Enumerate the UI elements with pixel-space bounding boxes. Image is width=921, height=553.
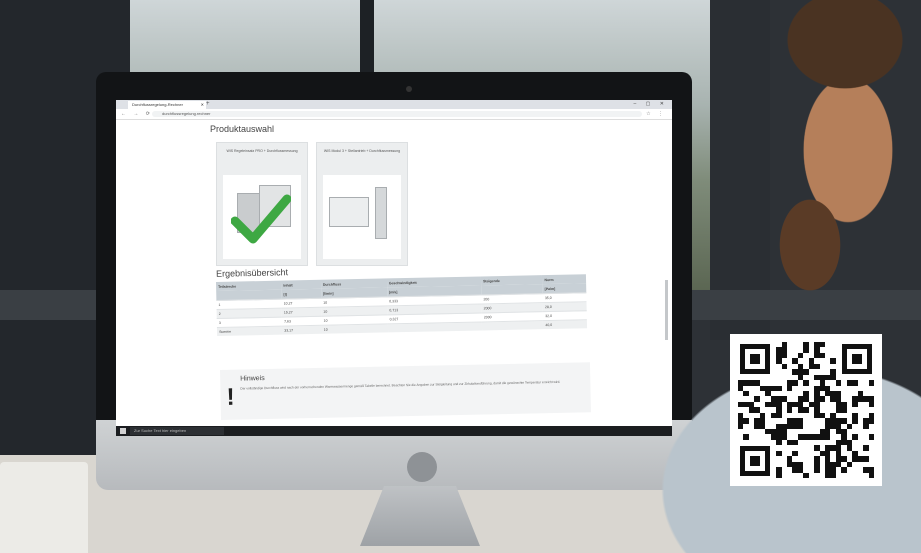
qr-code [730,334,882,486]
coffee-mug [0,462,88,553]
section-title: Produktauswahl [210,124,275,134]
hint-box: ! Hinweis Der vollständige Durchfluss wi… [220,362,591,420]
hint-title: Hinweis [240,375,265,383]
browser-tab-title: Durchflussregelung-Rechner [132,102,183,107]
table-cell [387,321,483,333]
search-placeholder: Zur Suche Text hier eingeben [134,428,187,433]
table-cell: 40,0 [543,319,588,330]
browser-toolbar: ← → ⟳ ⌂ durchflussregelung.rechner ☆ ⋮ [116,109,672,120]
checkmark-icon [231,194,291,244]
windows-start-icon[interactable] [120,428,126,434]
table-cell: Summe [216,326,283,336]
close-icon[interactable]: ✕ [201,101,204,109]
page-content: Produktauswahl WIS Regeleinsatz PRO + Du… [116,120,672,420]
monitor-logo [407,452,437,482]
product-card-1[interactable]: WIS Regeleinsatz PRO + Durchflussmessung [216,142,308,266]
results-title: Ergebnisübersicht [215,267,289,279]
device-illustration [329,197,369,227]
product-image [323,175,401,259]
hint-text: Der vollständige Durchfluss wird nach de… [240,379,561,391]
url-text: durchflussregelung.rechner [162,111,211,116]
product-image [223,175,301,259]
valve-illustration [375,187,387,239]
monitor-screen: Durchflussregelung-Rechner ✕ + – ▢ ✕ ← →… [116,100,672,436]
browser-tab[interactable]: Durchflussregelung-Rechner ✕ [128,101,206,109]
product-title: WIS Modul 3 + Stellantrieb + Durchflussm… [323,149,401,153]
exclamation-icon: ! [226,383,235,411]
results-table: Teilstrecke Inhalt Durchfluss Geschwindi… [216,274,588,336]
qr-modules [738,342,874,478]
product-card-2[interactable]: WIS Modul 3 + Stellantrieb + Durchflussm… [316,142,408,266]
window-controls[interactable]: – ▢ ✕ [634,100,668,109]
taskbar: Zur Suche Text hier eingeben [116,426,672,436]
address-bar[interactable]: durchflussregelung.rechner [152,111,642,117]
new-tab-icon[interactable]: + [206,100,210,109]
toolbar-icons[interactable]: ☆ ⋮ [646,109,666,119]
person-hair [745,0,921,130]
monitor-camera [406,86,412,92]
taskbar-search-input[interactable]: Zur Suche Text hier eingeben [130,427,224,435]
table-cell: 10 [321,323,388,334]
qr-module [868,472,874,478]
table-cell: 33,17 [282,325,322,335]
person-beard [760,170,860,320]
product-title: WIS Regeleinsatz PRO + Durchflussmessung [226,149,298,153]
browser-tab-strip: Durchflussregelung-Rechner ✕ + – ▢ ✕ [116,100,672,109]
photo-scene: Durchflussregelung-Rechner ✕ + – ▢ ✕ ← →… [0,0,921,553]
table-cell [481,320,544,331]
